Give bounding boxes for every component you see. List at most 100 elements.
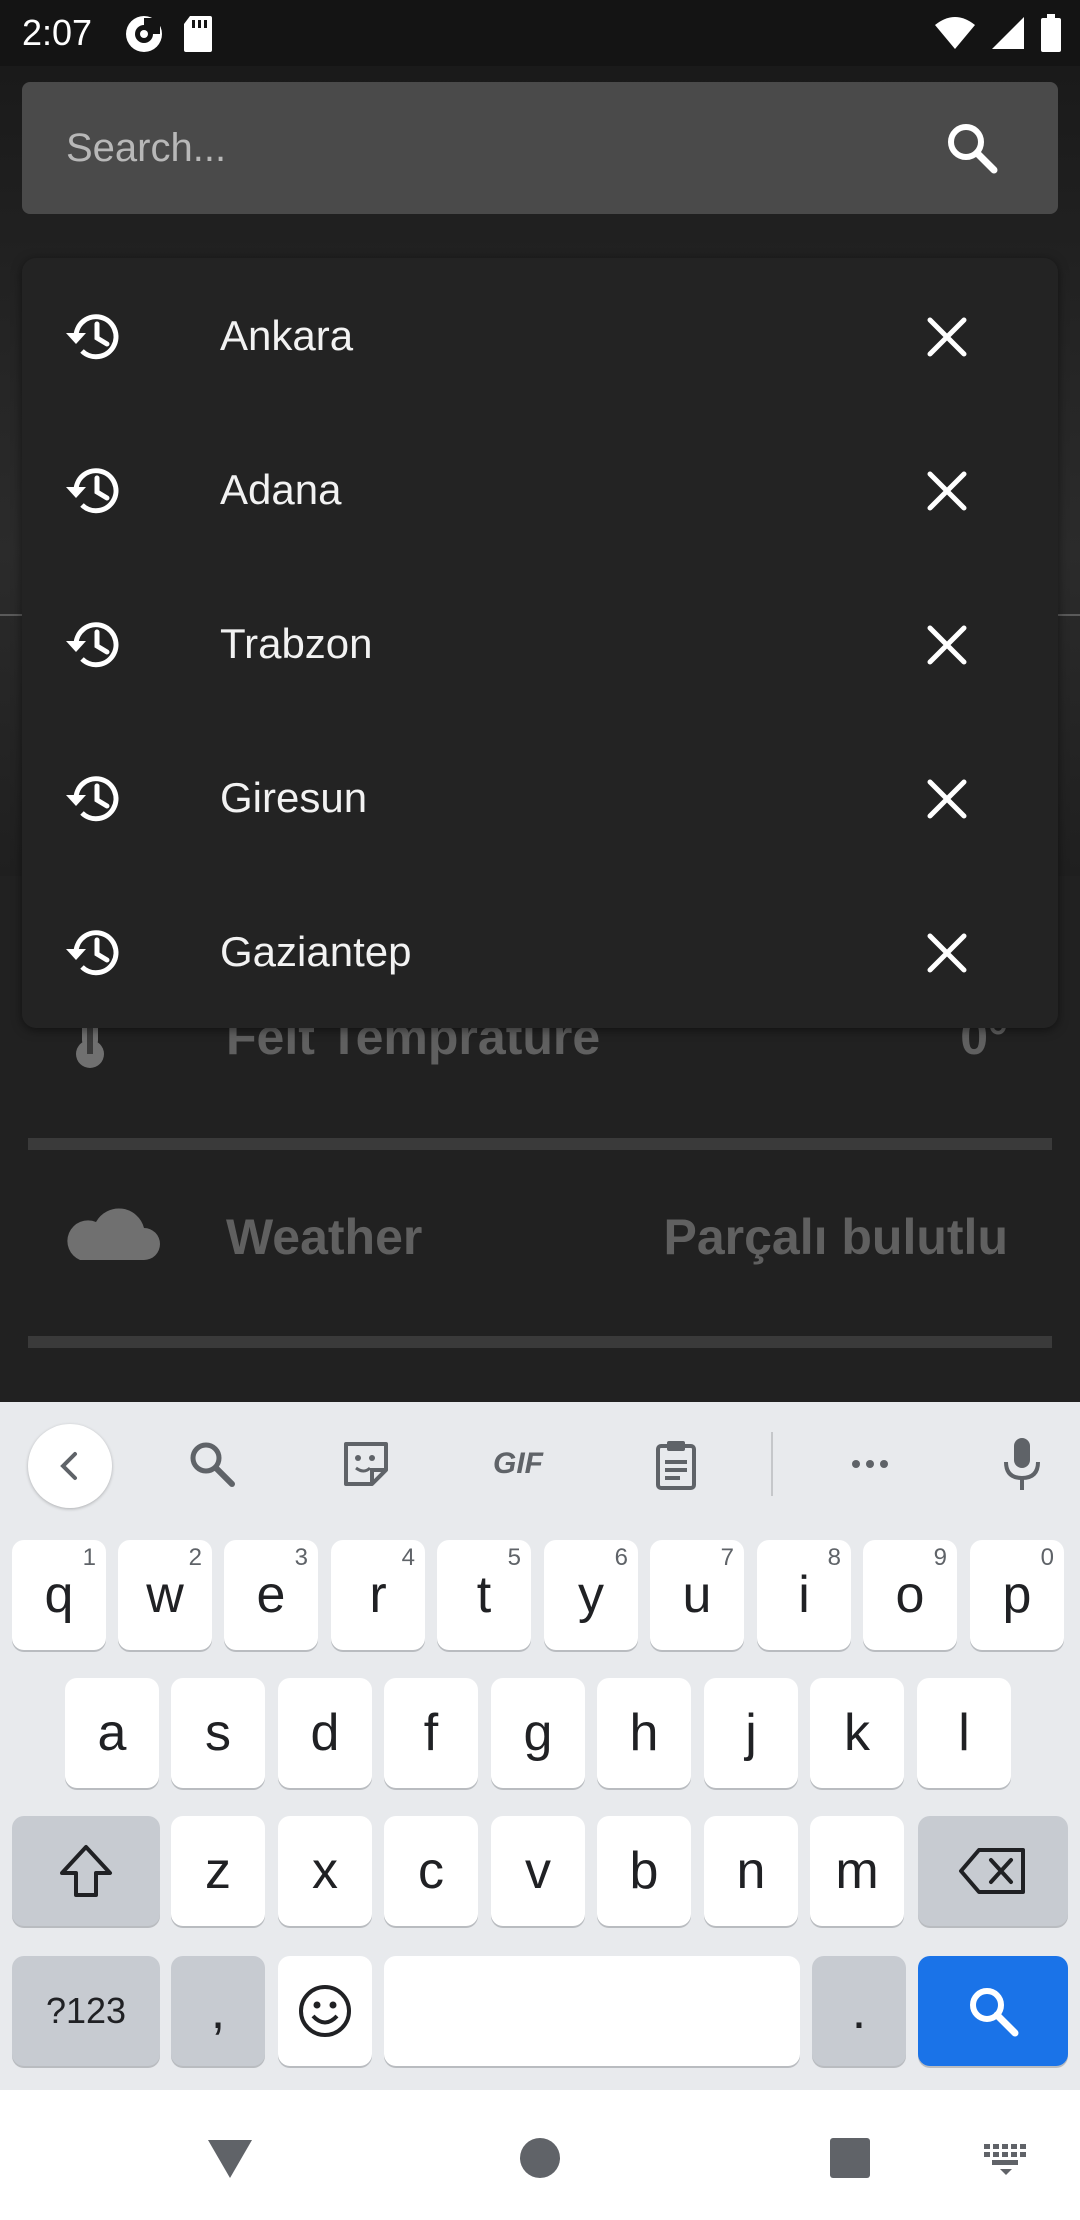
key-q[interactable]: q1 [12,1540,106,1650]
shift-key[interactable] [12,1816,160,1926]
history-item[interactable]: Giresun [22,720,1058,874]
soft-keyboard: GIF q1 w2 e3 r4 t5 y6 u7 i8 o9 p0 a s d … [0,1402,1080,2090]
key-hint: 4 [401,1544,415,1571]
history-item[interactable]: Gaziantep [22,874,1058,1028]
space-key[interactable] [384,1956,800,2066]
key-i[interactable]: i8 [757,1540,851,1650]
key-label: t [476,1566,492,1624]
key-label: a [97,1704,127,1762]
history-item-label: Trabzon [220,620,373,667]
key-b[interactable]: b [597,1816,691,1926]
key-label: l [958,1704,970,1762]
history-item[interactable]: Adana [22,412,1058,566]
key-o[interactable]: o9 [863,1540,957,1650]
key-h[interactable]: h [597,1678,691,1788]
weather-value: Parçalı bulutlu [663,1209,1008,1265]
period-key[interactable]: . [812,1956,906,2066]
nav-keyboard-switch-button[interactable] [976,2128,1036,2188]
key-t[interactable]: t5 [437,1540,531,1650]
search-action-key[interactable] [918,1956,1068,2066]
key-hint: 6 [614,1544,628,1571]
remove-history-button[interactable] [920,464,974,518]
close-icon [927,625,967,665]
remove-history-button[interactable] [920,772,974,826]
backspace-key[interactable] [918,1816,1068,1926]
key-hint: 5 [507,1544,521,1571]
symbols-key[interactable]: ?123 [12,1956,160,2066]
emoji-icon [299,1985,351,2037]
toolbar-gif-button[interactable]: GIF [478,1424,558,1504]
key-w[interactable]: w2 [118,1540,212,1650]
search-history-dropdown: Ankara Adana Trabzon Giresun Gaziantep [22,258,1058,1028]
nav-recents-button[interactable] [820,2128,880,2188]
toolbar-sticker-button[interactable] [326,1424,406,1504]
key-p[interactable]: p0 [970,1540,1064,1650]
key-label: n [736,1842,766,1900]
key-label: ?123 [45,1990,127,2031]
weather-label: Weather [226,1209,423,1265]
key-z[interactable]: z [171,1816,265,1926]
key-hint: 8 [827,1544,841,1571]
key-c[interactable]: c [384,1816,478,1926]
close-icon [927,317,967,357]
toolbar-back-button[interactable] [28,1424,112,1508]
key-label: s [205,1704,231,1762]
toolbar-clipboard-button[interactable] [636,1424,716,1504]
comma-key[interactable]: , [171,1956,265,2066]
key-x[interactable]: x [278,1816,372,1926]
key-u[interactable]: u7 [650,1540,744,1650]
key-label: p [1002,1566,1032,1624]
recents-icon [830,2138,870,2178]
screen: 2:07 Felt Temprature 0° Weather Parçalı … [0,0,1080,2220]
key-r[interactable]: r4 [331,1540,425,1650]
cloud-icon [67,1208,160,1260]
gif-label: GIF [493,1447,543,1480]
key-hint: 1 [82,1544,96,1571]
key-y[interactable]: y6 [544,1540,638,1650]
history-item[interactable]: Trabzon [22,566,1058,720]
cell-signal-icon [990,15,1026,56]
history-icon [66,622,119,668]
key-label: i [798,1566,810,1624]
close-icon [927,933,967,973]
toolbar-voice-button[interactable] [982,1424,1062,1504]
key-label: g [523,1704,553,1762]
search-bar [22,82,1058,214]
toolbar-more-button[interactable] [830,1424,910,1504]
key-k[interactable]: k [810,1678,904,1788]
navigation-bar [0,2090,1080,2220]
more-icon [852,1460,888,1468]
nav-back-button[interactable] [200,2128,260,2188]
wifi-icon [934,15,976,56]
history-item[interactable]: Ankara [22,258,1058,412]
nav-home-button[interactable] [510,2128,570,2188]
key-g[interactable]: g [491,1678,585,1788]
key-s[interactable]: s [171,1678,265,1788]
key-label: w [146,1566,184,1624]
key-d[interactable]: d [278,1678,372,1788]
key-f[interactable]: f [384,1678,478,1788]
history-item-label: Giresun [220,774,368,821]
search-input[interactable] [66,120,866,176]
keyboard-switch-icon [984,2144,1026,2175]
key-n[interactable]: n [704,1816,798,1926]
key-m[interactable]: m [810,1816,904,1926]
status-bar: 2:07 [0,0,1080,66]
search-button[interactable] [944,120,1000,176]
key-l[interactable]: l [917,1678,1011,1788]
key-v[interactable]: v [491,1816,585,1926]
remove-history-button[interactable] [920,310,974,364]
remove-history-button[interactable] [920,926,974,980]
key-e[interactable]: e3 [224,1540,318,1650]
toolbar-search-button[interactable] [172,1424,252,1504]
status-time: 2:07 [22,12,93,53]
remove-history-button[interactable] [920,618,974,672]
history-item-label: Ankara [220,312,354,359]
search-icon [190,1442,235,1487]
key-a[interactable]: a [65,1678,159,1788]
key-label: k [844,1704,870,1762]
emoji-key[interactable] [278,1956,372,2066]
key-j[interactable]: j [704,1678,798,1788]
row-divider [28,1336,1052,1348]
key-label: , [210,1982,226,2040]
